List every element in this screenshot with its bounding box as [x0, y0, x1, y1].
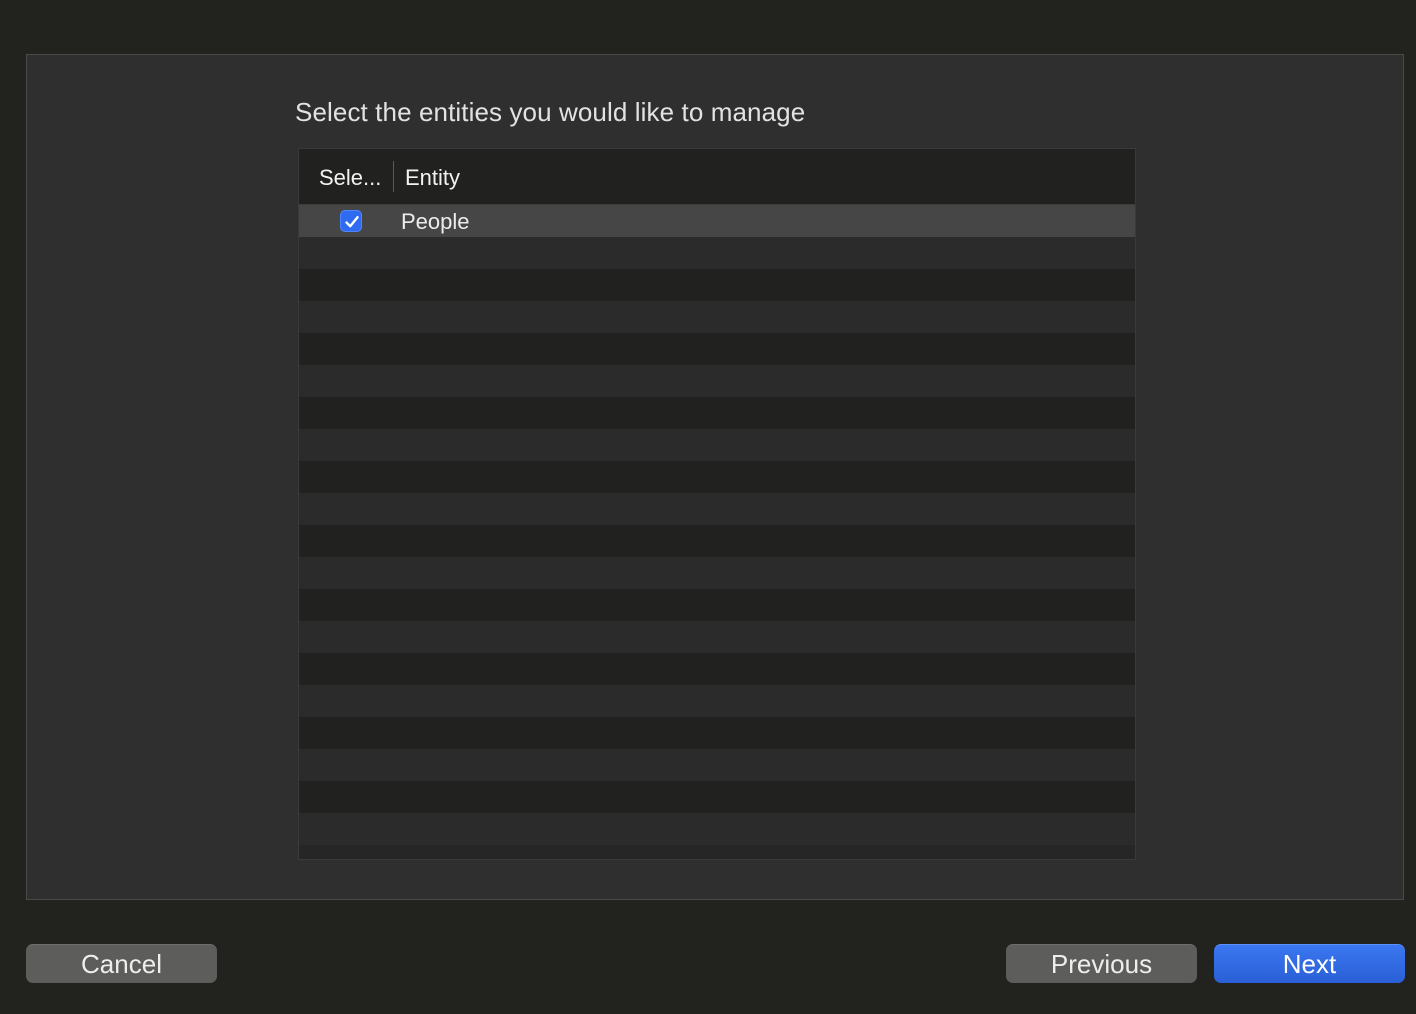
- cancel-button[interactable]: Cancel: [26, 944, 217, 983]
- table-row[interactable]: People: [299, 205, 1135, 237]
- empty-table-row: [299, 685, 1135, 717]
- empty-table-row: [299, 333, 1135, 365]
- table-body: People: [299, 205, 1135, 845]
- empty-table-row: [299, 429, 1135, 461]
- empty-table-row: [299, 813, 1135, 845]
- empty-table-row: [299, 493, 1135, 525]
- previous-button[interactable]: Previous: [1006, 944, 1197, 983]
- table-header: Sele... Entity: [299, 149, 1135, 205]
- empty-table-row: [299, 653, 1135, 685]
- checkmark-icon: [345, 216, 359, 228]
- empty-table-row: [299, 461, 1135, 493]
- empty-table-row: [299, 589, 1135, 621]
- column-header-entity[interactable]: Entity: [405, 149, 460, 204]
- empty-table-row: [299, 749, 1135, 781]
- empty-table-row: [299, 301, 1135, 333]
- entities-table[interactable]: Sele... Entity People: [298, 148, 1136, 860]
- column-header-select[interactable]: Sele...: [319, 149, 381, 204]
- empty-table-row: [299, 781, 1135, 813]
- entity-name: People: [401, 209, 470, 234]
- select-checkbox[interactable]: [340, 210, 362, 232]
- empty-table-row: [299, 621, 1135, 653]
- empty-table-row: [299, 717, 1135, 749]
- empty-table-row: [299, 397, 1135, 429]
- empty-table-row: [299, 269, 1135, 301]
- empty-table-row: [299, 557, 1135, 589]
- entity-selection-panel: Select the entities you would like to ma…: [26, 54, 1404, 900]
- next-button[interactable]: Next: [1214, 944, 1405, 983]
- empty-table-row: [299, 525, 1135, 557]
- column-divider[interactable]: [393, 161, 394, 192]
- empty-table-row: [299, 365, 1135, 397]
- prompt-label: Select the entities you would like to ma…: [295, 97, 806, 127]
- empty-table-row: [299, 237, 1135, 269]
